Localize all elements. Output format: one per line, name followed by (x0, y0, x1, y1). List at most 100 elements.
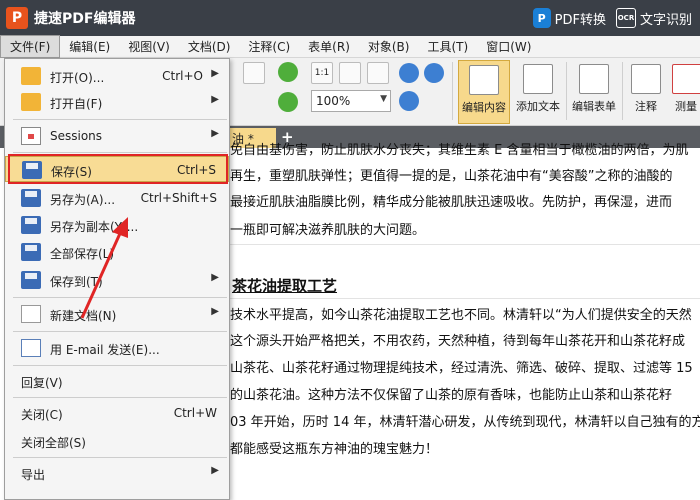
divider (226, 244, 700, 245)
app-title: 捷速PDF编辑器 (34, 11, 136, 27)
submenu-arrow-icon: ▶ (211, 272, 219, 283)
doc-line: 最接近肌肤油脂膜比例，精华成分能被肌肤迅速吸收。先防护，再保湿，进而 (230, 195, 673, 210)
comment-label: 注释 (635, 100, 657, 113)
comment-button[interactable]: 注释 (626, 60, 666, 124)
file-menu-dropdown: 打开(O)... Ctrl+O ▶ 打开自(F) ▶ Sessions ▶ 保存… (4, 58, 230, 500)
menu-item-shortcut: Ctrl+W (173, 406, 217, 420)
menu-separator (13, 297, 227, 298)
menu-window[interactable]: 窗口(W) (477, 36, 540, 57)
menu-item-label: 另存为副本(Y)... (50, 220, 139, 234)
doc-line: 这个源头开始严格把关，不用农药，天然种植，待到每年山茶花开和山茶花籽成 (230, 334, 686, 349)
menu-item-revert[interactable]: 回复(V) (5, 368, 229, 394)
menu-separator (13, 331, 227, 332)
sessions-icon (21, 127, 41, 145)
title-bar: P 捷速PDF编辑器 P PDF转换 OCR 文字识别 (0, 0, 700, 36)
menu-separator (13, 365, 227, 366)
edit-form-icon (579, 64, 609, 94)
zoom-value: 100% (316, 94, 351, 108)
doc-line: 再生，重塑肌肤弹性；更值得一提的是，山茶花油中有“美容酸”之称的油酸的 (230, 169, 673, 184)
ocr-icon: OCR (615, 8, 636, 28)
comment-icon (631, 64, 661, 94)
doc-line: 03 年开始，历时 14 年，林清轩潜心研发，从传统到现代，林清轩以自己独有的方 (230, 415, 700, 430)
actual-size-icon[interactable]: 1:1 (311, 62, 333, 84)
menu-item-export[interactable]: 导出 ▶ (5, 460, 229, 486)
email-icon (21, 339, 41, 357)
folder-open-from-icon (21, 93, 41, 111)
submenu-arrow-icon: ▶ (211, 68, 219, 79)
save-copy-icon (21, 216, 41, 234)
menu-item-close-all[interactable]: 关闭全部(S) (5, 428, 229, 454)
fit-page-icon[interactable] (339, 62, 361, 84)
menu-item-shortcut: Ctrl+Shift+S (140, 191, 217, 205)
pdf-convert-label: PDF转换 (554, 12, 606, 28)
menu-item-sessions[interactable]: Sessions ▶ (5, 123, 229, 149)
menu-document[interactable]: 文档(D) (179, 36, 240, 57)
menu-edit[interactable]: 编辑(E) (60, 36, 119, 57)
menu-form[interactable]: 表单(R) (299, 36, 359, 57)
menu-item-label: 全部保存(L) (50, 247, 115, 261)
pdf-convert-icon: P (532, 8, 551, 28)
section-heading: 茶花油提取工艺 (232, 277, 338, 295)
add-text-icon (523, 64, 553, 94)
app-logo-icon: P (6, 7, 28, 29)
menu-item-save-to[interactable]: 保存到(T) ▶ (5, 267, 229, 293)
ocr-label: 文字识别 (639, 12, 692, 28)
zoom-tool-icon[interactable] (399, 91, 419, 111)
pdf-convert-button[interactable]: P PDF转换 (532, 8, 606, 28)
zoom-out-icon[interactable] (424, 63, 444, 83)
menu-separator (13, 152, 227, 153)
add-text-button[interactable]: 添加文本 (512, 60, 564, 124)
menu-item-label: 关闭(C) (21, 408, 63, 422)
fit-width-icon[interactable] (367, 62, 389, 84)
menu-comment[interactable]: 注释(C) (239, 36, 299, 57)
menu-item-label: 保存到(T) (50, 275, 103, 289)
measure-button[interactable]: 测量 (672, 60, 700, 124)
submenu-arrow-icon: ▶ (211, 94, 219, 105)
save-to-icon (21, 271, 41, 289)
highlight-box (8, 154, 228, 184)
divider (226, 298, 700, 299)
save-all-icon (21, 243, 41, 261)
submenu-arrow-icon: ▶ (211, 128, 219, 139)
menu-item-label: 回复(V) (21, 376, 63, 390)
menu-separator (13, 457, 227, 458)
ocr-button[interactable]: OCR 文字识别 (615, 8, 692, 28)
doc-line: 的山茶花油。这种方法不仅保留了山茶的原有香味，也能防止山茶和山茶花籽 (230, 388, 673, 403)
menu-tools[interactable]: 工具(T) (418, 36, 477, 57)
menu-separator (13, 119, 227, 120)
menu-separator (13, 397, 227, 398)
doc-line: 一瓶即可解决滋养肌肤的大问题。 (230, 223, 426, 238)
menu-item-send-email[interactable]: 用 E-mail 发送(E)... (5, 335, 229, 361)
menu-item-label: Sessions (50, 129, 103, 143)
menu-file[interactable]: 文件(F) (0, 35, 61, 58)
menu-object[interactable]: 对象(B) (359, 36, 419, 57)
menu-item-label: 导出 (21, 468, 46, 482)
menu-bar: 文件(F) 编辑(E) 视图(V) 文档(D) 注释(C) 表单(R) 对象(B… (0, 35, 700, 58)
edit-form-button[interactable]: 编辑表单 (568, 60, 620, 124)
menu-item-open[interactable]: 打开(O)... Ctrl+O ▶ (5, 63, 229, 89)
save-as-icon (21, 189, 41, 207)
edit-content-button[interactable]: 编辑内容 (458, 60, 510, 124)
edit-form-label: 编辑表单 (572, 100, 616, 113)
menu-item-save-as[interactable]: 另存为(A)... Ctrl+Shift+S (5, 185, 229, 211)
rotate-right-icon[interactable] (278, 92, 298, 112)
menu-item-new-document[interactable]: 新建文档(N) ▶ (5, 301, 229, 327)
zoom-in-icon[interactable] (399, 63, 419, 83)
toolbar-separator (566, 62, 567, 120)
submenu-arrow-icon: ▶ (211, 306, 219, 317)
doc-line: 免自由基伤害，防止肌肤水分丧失；其维生素 E 含量相当于橄榄油的两倍，为肌 (230, 143, 689, 158)
zoom-select[interactable]: 100% ▼ (311, 90, 391, 112)
menu-item-label: 新建文档(N) (50, 309, 117, 323)
menu-item-label: 另存为(A)... (50, 193, 116, 207)
menu-view[interactable]: 视图(V) (119, 36, 179, 57)
menu-item-save-copy[interactable]: 另存为副本(Y)... (5, 212, 229, 238)
measure-icon (672, 64, 700, 94)
select-tool-icon[interactable] (243, 62, 265, 84)
chevron-down-icon: ▼ (380, 94, 387, 104)
menu-item-open-from[interactable]: 打开自(F) ▶ (5, 89, 229, 115)
menu-item-close[interactable]: 关闭(C) Ctrl+W (5, 400, 229, 426)
rotate-left-icon[interactable] (278, 62, 298, 82)
menu-item-save-all[interactable]: 全部保存(L) (5, 239, 229, 265)
folder-open-icon (21, 67, 41, 85)
edit-content-icon (469, 65, 499, 95)
